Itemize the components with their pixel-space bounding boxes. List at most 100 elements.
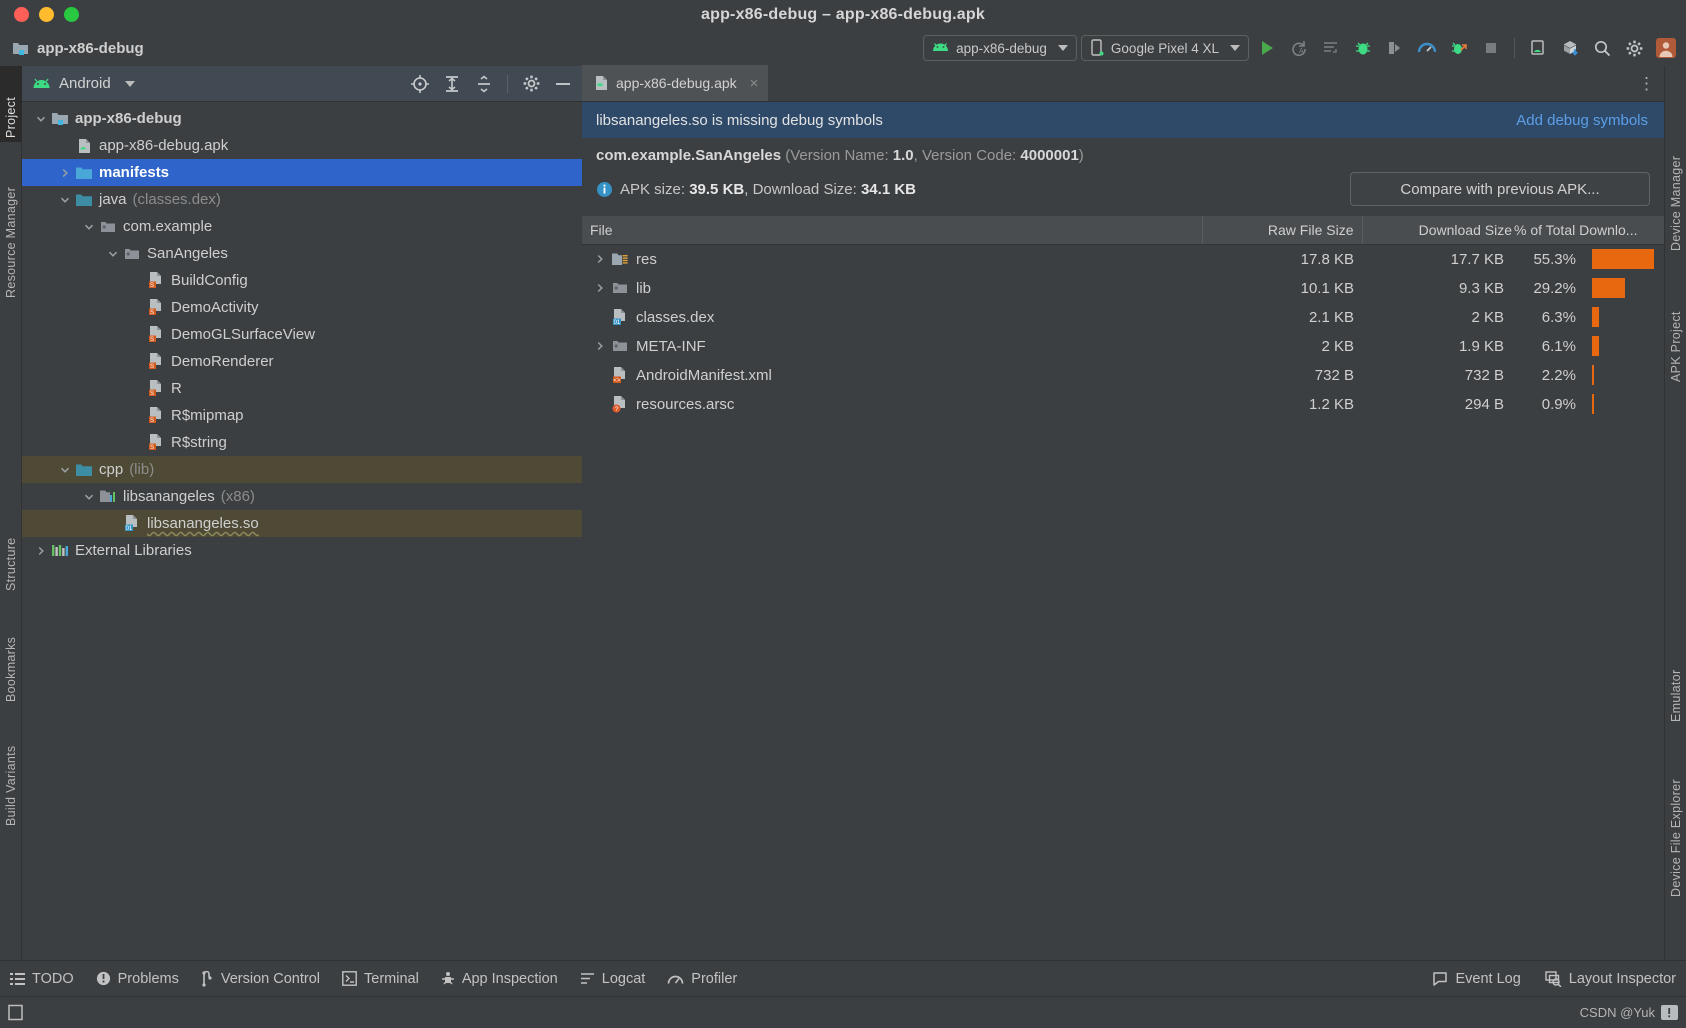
chevron-down-icon[interactable] — [56, 465, 74, 475]
bottom-item-problems[interactable]: Problems — [96, 971, 179, 987]
tree-node-demoactivity[interactable]: S DemoActivity — [22, 294, 582, 321]
column-header-file[interactable]: File — [582, 216, 1203, 245]
compare-with-previous-apk-button[interactable]: Compare with previous APK... — [1350, 172, 1650, 206]
chevron-down-icon[interactable] — [56, 195, 74, 205]
profiler-icon[interactable] — [1413, 34, 1441, 62]
sidebar-item-device-file-explorer[interactable]: Device File Explorer — [1665, 741, 1686, 901]
breadcrumb[interactable]: app-x86-debug — [12, 40, 144, 57]
chevron-down-icon[interactable] — [80, 222, 98, 232]
select-opened-file-icon[interactable] — [407, 71, 433, 97]
tree-node-r[interactable]: SR — [22, 375, 582, 402]
zoom-window-button[interactable] — [64, 7, 79, 22]
settings-icon[interactable] — [518, 71, 544, 97]
vcs-icon — [201, 970, 214, 987]
tree-node-com-example[interactable]: com.example — [22, 213, 582, 240]
minimize-window-button[interactable] — [39, 7, 54, 22]
sidebar-item-structure[interactable]: Structure — [0, 510, 22, 595]
tree-node-app-x86-debug[interactable]: app-x86-debug — [22, 105, 582, 132]
notification-icon[interactable] — [1661, 1005, 1678, 1020]
chevron-right-icon[interactable] — [590, 283, 610, 293]
tree-node-java[interactable]: java (classes.dex) — [22, 186, 582, 213]
bottom-item-layout-inspector[interactable]: Layout Inspector — [1545, 971, 1676, 987]
settings-icon[interactable] — [1620, 34, 1648, 62]
apply-code-changes-icon[interactable] — [1317, 34, 1345, 62]
sdk-manager-icon[interactable] — [1556, 34, 1584, 62]
bottom-item-profiler[interactable]: Profiler — [667, 971, 737, 987]
stop-icon[interactable] — [1477, 34, 1505, 62]
chevron-right-icon[interactable] — [32, 546, 50, 556]
table-row[interactable]: META-INF 2 KB 1.9 KB 6.1% — [582, 332, 1664, 361]
table-row[interactable]: res 17.8 KB 17.7 KB 55.3% — [582, 244, 1664, 274]
tree-node-label: libsanangeles.so — [147, 515, 259, 532]
tree-node-libsanangeles[interactable]: libsanangeles (x86) — [22, 483, 582, 510]
sidebar-item-resource-manager[interactable]: Resource Manager — [0, 152, 22, 302]
run-configuration-selector[interactable]: app-x86-debug — [923, 35, 1077, 61]
tree-node-buildconfig[interactable]: S BuildConfig — [22, 267, 582, 294]
column-header-download-size[interactable]: Download Size — [1362, 216, 1512, 245]
chevron-right-icon[interactable] — [590, 254, 610, 264]
cell-percent-of-total: 6.3% — [1541, 308, 1576, 326]
expand-all-icon[interactable] — [439, 71, 465, 97]
window-controls[interactable] — [14, 7, 79, 22]
tree-node-demorenderer[interactable]: S DemoRenderer — [22, 348, 582, 375]
memory-indicator-icon[interactable] — [8, 1004, 24, 1021]
bottom-item-todo[interactable]: TODO — [10, 971, 74, 987]
chevron-down-icon[interactable] — [32, 114, 50, 124]
chevron-down-icon[interactable] — [124, 80, 135, 87]
sidebar-item-device-manager[interactable]: Device Manager — [1665, 110, 1686, 255]
tree-node-libsanangeles-so[interactable]: 01 libsanangeles.so — [22, 510, 582, 537]
tab-app-x86-debug-apk[interactable]: app-x86-debug.apk × — [582, 65, 769, 101]
bottom-item-event-log[interactable]: Event Log — [1432, 971, 1521, 987]
tree-node-label: app-x86-debug.apk — [99, 137, 229, 154]
tree-node-app-x86-debug-apk[interactable]: app-x86-debug.apk — [22, 132, 582, 159]
project-tree[interactable]: app-x86-debug app-x86-debug.apk manifests j… — [22, 102, 582, 960]
avatar-icon[interactable] — [1652, 34, 1680, 62]
add-debug-symbols-link[interactable]: Add debug symbols — [1516, 112, 1648, 129]
debug-native-icon[interactable] — [1445, 34, 1473, 62]
sidebar-item-project[interactable]: Project — [0, 66, 22, 142]
cell-percent-of-total: 55.3% — [1533, 250, 1576, 268]
search-icon[interactable] — [1588, 34, 1616, 62]
chevron-right-icon[interactable] — [590, 341, 610, 351]
cell-percent-of-total: 2.2% — [1541, 366, 1576, 384]
collapse-all-icon[interactable] — [471, 71, 497, 97]
sidebar-item-apk-project[interactable]: APK Project — [1665, 271, 1686, 386]
column-header-percent-of-total[interactable]: % of Total Downlo... — [1512, 216, 1665, 245]
chevron-down-icon[interactable] — [80, 492, 98, 502]
close-window-button[interactable] — [14, 7, 29, 22]
bottom-item-version-control[interactable]: Version Control — [201, 970, 320, 987]
table-row[interactable]: ? resources.arsc 1.2 KB 294 B 0.9% — [582, 390, 1664, 419]
tree-node-label: com.example — [123, 218, 213, 235]
event-log-icon — [1432, 971, 1448, 987]
device-selector[interactable]: Google Pixel 4 XL — [1080, 35, 1249, 61]
bottom-item-terminal[interactable]: Terminal — [342, 971, 419, 987]
chevron-right-icon[interactable] — [56, 168, 74, 178]
apply-changes-icon[interactable]: A — [1285, 34, 1313, 62]
more-options-icon[interactable]: ⋮ — [1638, 74, 1656, 94]
attach-debugger-icon[interactable] — [1381, 34, 1409, 62]
table-row[interactable]: lib 10.1 KB 9.3 KB 29.2% — [582, 274, 1664, 303]
bottom-item-app-inspection[interactable]: App Inspection — [441, 971, 558, 987]
device-manager-icon[interactable] — [1524, 34, 1552, 62]
tree-node-manifests[interactable]: manifests — [22, 159, 582, 186]
sidebar-item-emulator[interactable]: Emulator — [1665, 631, 1686, 726]
table-row[interactable]: <> AndroidManifest.xml 732 B 732 B 2.2% — [582, 361, 1664, 390]
tree-node-external-libraries[interactable]: External Libraries — [22, 537, 582, 564]
chevron-down-icon[interactable] — [104, 249, 122, 259]
tree-node-r-string[interactable]: S R$string — [22, 429, 582, 456]
project-view-selector-label[interactable]: Android — [59, 75, 111, 92]
sidebar-item-build-variants[interactable]: Build Variants — [0, 720, 22, 830]
table-row[interactable]: 01 classes.dex 2.1 KB 2 KB 6.3% — [582, 303, 1664, 332]
hide-panel-icon[interactable] — [550, 71, 576, 97]
sidebar-item-bookmarks[interactable]: Bookmarks — [0, 611, 22, 706]
tree-node-r-mipmap[interactable]: S R$mipmap — [22, 402, 582, 429]
tree-node-cpp[interactable]: cpp (lib) — [22, 456, 582, 483]
bottom-item-logcat[interactable]: Logcat — [580, 971, 645, 987]
run-icon[interactable] — [1253, 34, 1281, 62]
tree-node-demoglsurfaceview[interactable]: S DemoGLSurfaceView — [22, 321, 582, 348]
column-header-raw-file-size[interactable]: Raw File Size — [1202, 216, 1363, 245]
package-icon — [122, 247, 142, 261]
tree-node-sanangeles[interactable]: SanAngeles — [22, 240, 582, 267]
close-icon[interactable]: × — [750, 75, 759, 92]
debug-icon[interactable] — [1349, 34, 1377, 62]
